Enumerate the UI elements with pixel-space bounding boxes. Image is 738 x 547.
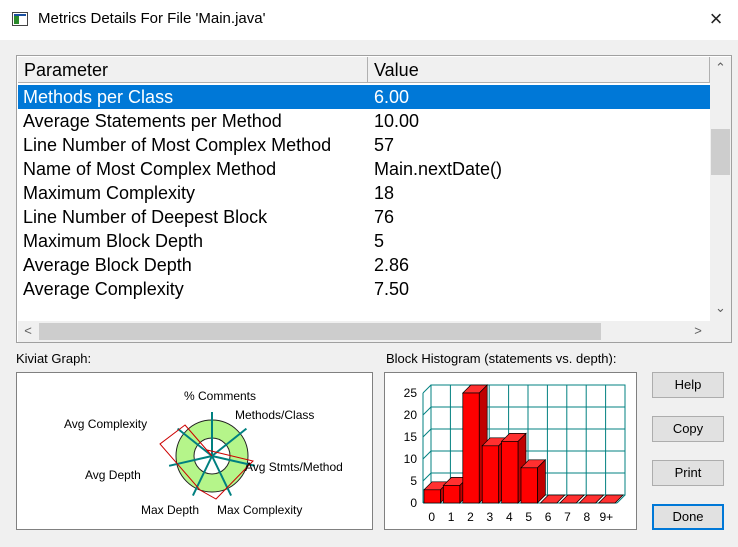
histogram-gridline [422, 428, 432, 438]
histogram-gridline [422, 450, 432, 460]
parameter-cell: Methods per Class [23, 87, 174, 107]
kiviat-graph-label: Kiviat Graph: [16, 351, 92, 366]
block-histogram: 25 20 15 10 5 0 0 1 2 3 4 5 6 7 8 9+ [384, 372, 637, 530]
value-cell: 76 [374, 207, 395, 227]
value-cell: 10.00 [374, 111, 420, 131]
parameter-cell: Line Number of Deepest Block [23, 207, 268, 227]
histogram-x-tick-label: 9+ [599, 510, 613, 524]
title-bar: Metrics Details For File 'Main.java' × [0, 0, 738, 40]
axis-label-avg-complexity: Avg Complexity [64, 417, 147, 431]
parameter-cell: Average Statements per Method [23, 111, 282, 131]
copy-button[interactable]: Copy [652, 416, 724, 442]
parameter-cell: Line Number of Most Complex Method [23, 135, 332, 155]
table-row[interactable]: Line Number of Most Complex Method 57 [18, 133, 712, 157]
value-cell: 57 [374, 135, 395, 155]
horizontal-scroll-thumb[interactable] [39, 323, 601, 340]
print-button[interactable]: Print [652, 460, 724, 486]
app-icon [12, 12, 28, 26]
metrics-table: Parameter Value Methods per Class 6.00 Ave… [16, 55, 732, 343]
column-header-value[interactable]: Value [368, 57, 710, 83]
histogram-x-tick-label: 7 [564, 510, 571, 524]
scroll-down-icon[interactable]: ⌄ [710, 300, 731, 316]
histogram-y-tick-label: 20 [404, 408, 418, 422]
histogram-x-tick-label: 1 [448, 510, 455, 524]
column-header-parameter[interactable]: Parameter [18, 57, 368, 83]
value-cell: 18 [374, 183, 395, 203]
histogram-x-tick-label: 3 [487, 510, 494, 524]
parameter-cell: Average Complexity [23, 279, 184, 299]
table-row[interactable]: Average Statements per Method 10.00 [18, 109, 712, 133]
value-cell: 5 [374, 231, 385, 251]
window-title: Metrics Details For File 'Main.java' [38, 10, 266, 27]
axis-label-comments: % Comments [184, 389, 256, 403]
table-row[interactable]: Methods per Class 6.00 [18, 85, 712, 109]
axis-label-avg-stmts-method: Avg Stmts/Method [245, 460, 343, 474]
vertical-scrollbar[interactable]: ⌃ ⌄ [710, 57, 731, 321]
table-row[interactable]: Maximum Block Depth 5 [18, 229, 712, 253]
histogram-gridline [422, 472, 432, 482]
histogram-x-tick-label: 4 [506, 510, 513, 524]
histogram-y-tick-label: 5 [410, 474, 417, 488]
histogram-y-tick-label: 25 [404, 386, 418, 400]
histogram-y-tick-label: 10 [404, 452, 418, 466]
scroll-left-icon[interactable]: < [20, 323, 36, 338]
table-row[interactable]: Maximum Complexity 18 [18, 181, 712, 205]
table-row[interactable]: Average Complexity 7.50 [18, 277, 712, 301]
block-histogram-label: Block Histogram (statements vs. depth): [386, 351, 617, 366]
histogram-gridline [422, 406, 432, 416]
help-button[interactable]: Help [652, 372, 724, 398]
parameter-cell: Maximum Block Depth [23, 231, 204, 251]
scrollbar-corner [710, 321, 731, 342]
table-row[interactable]: Average Block Depth 2.86 [18, 253, 712, 277]
histogram-x-tick-label: 6 [545, 510, 552, 524]
value-cell: 2.86 [374, 255, 410, 275]
vertical-scroll-thumb[interactable] [711, 129, 730, 175]
table-row[interactable]: Name of Most Complex Method Main.nextDate… [18, 157, 712, 181]
horizontal-scrollbar[interactable]: < > [18, 321, 710, 342]
scroll-right-icon[interactable]: > [690, 323, 706, 338]
histogram-y-tick-label: 0 [410, 496, 417, 510]
axis-label-max-depth: Max Depth [141, 503, 199, 517]
value-cell: Main.nextDate() [374, 159, 503, 179]
histogram-x-tick-label: 5 [525, 510, 532, 524]
metrics-details-window: Metrics Details For File 'Main.java' × P… [0, 0, 738, 547]
axis-label-methods-class: Methods/Class [235, 408, 314, 422]
histogram-x-tick-label: 2 [467, 510, 474, 524]
axis-label-avg-depth: Avg Depth [85, 468, 141, 482]
table-row[interactable]: Line Number of Deepest Block 76 [18, 205, 712, 229]
value-cell: 6.00 [374, 87, 410, 107]
value-cell: 7.50 [374, 279, 410, 299]
histogram-x-tick-label: 8 [584, 510, 591, 524]
parameter-cell: Average Block Depth [23, 255, 192, 275]
parameter-cell: Maximum Complexity [23, 183, 196, 203]
done-button[interactable]: Done [652, 504, 724, 530]
parameter-cell: Name of Most Complex Method [23, 159, 277, 179]
close-icon[interactable]: × [700, 6, 732, 34]
histogram-gridline [422, 384, 432, 394]
kiviat-graph: % Comments Methods/Class Avg Stmts/Metho… [16, 372, 373, 530]
histogram-bar [520, 458, 547, 504]
axis-label-max-complexity: Max Complexity [217, 503, 302, 517]
scroll-up-icon[interactable]: ⌃ [710, 60, 731, 76]
histogram-y-tick-label: 15 [404, 430, 418, 444]
histogram-x-tick-label: 0 [428, 510, 435, 524]
